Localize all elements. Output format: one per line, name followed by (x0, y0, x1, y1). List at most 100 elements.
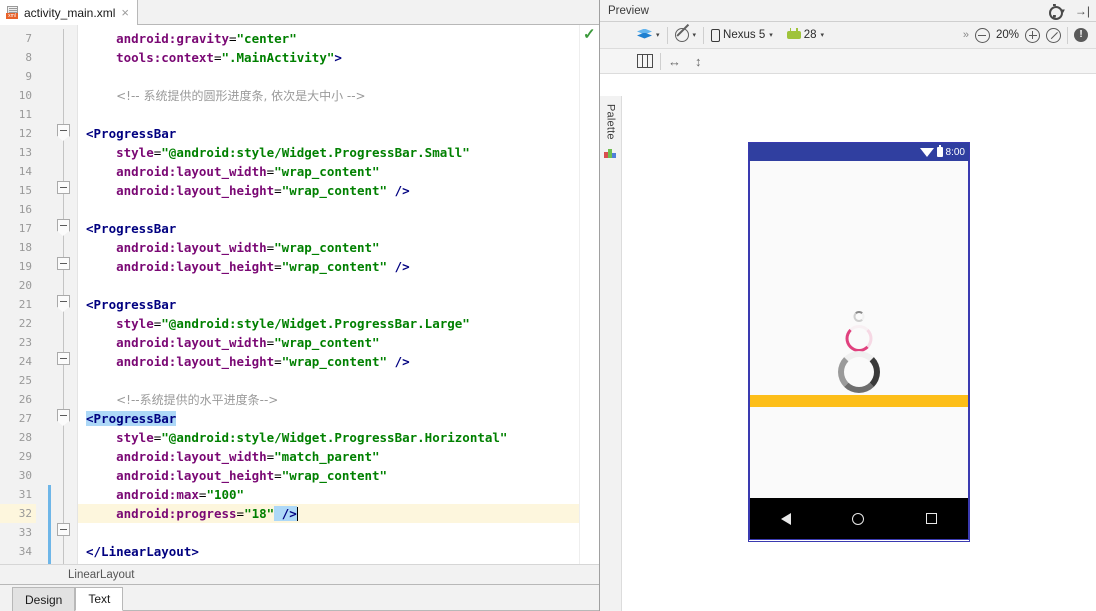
xml-badge-label: xml (6, 13, 18, 19)
code-line[interactable] (78, 523, 579, 542)
android-icon (786, 28, 801, 39)
line-number: 27 (18, 412, 32, 425)
zoom-in-icon[interactable] (1025, 27, 1040, 43)
code-line[interactable]: style="@android:style/Widget.ProgressBar… (78, 428, 579, 447)
code-line[interactable]: <ProgressBar (78, 409, 579, 428)
editor-body: 7 8 9 10 11 12 13 14 15 16 17 18 19 20 21 22 23 24 25 26 27 2… (0, 25, 599, 564)
minimize-icon[interactable]: →| (1075, 4, 1090, 18)
device-status-bar: 8:00 (749, 143, 969, 161)
code-line[interactable] (78, 105, 579, 124)
code-line[interactable] (78, 200, 579, 219)
fold-marker[interactable] (57, 523, 70, 536)
layers-button[interactable]: ▾ (630, 28, 667, 42)
device-preview-frame[interactable]: 8:00 (748, 142, 970, 542)
inspection-ok-icon: ✓ (583, 26, 596, 43)
warning-info-icon[interactable]: ! (1074, 28, 1088, 42)
code-line[interactable]: android:layout_width="wrap_content" (78, 238, 579, 257)
code-line[interactable]: android:layout_width="match_parent" (78, 447, 579, 466)
chevron-down-icon: ▾ (769, 32, 773, 39)
code-line[interactable]: <ProgressBar (78, 295, 579, 314)
horizontal-fit-button[interactable]: ↔ (661, 55, 688, 68)
settings-gear-icon[interactable]: ▾ (1048, 5, 1065, 20)
fold-marker[interactable] (57, 124, 70, 141)
fold-marker[interactable] (57, 219, 70, 236)
fold-marker[interactable] (57, 409, 70, 426)
api-level-selector[interactable]: 28 ▾ (780, 28, 831, 41)
file-tab-label: activity_main.xml (24, 5, 116, 20)
progressbar-large (838, 351, 880, 393)
fold-marker[interactable] (57, 181, 70, 194)
code-line[interactable]: android:layout_width="wrap_content" (78, 333, 579, 352)
code-line[interactable]: android:gravity="center" (78, 29, 579, 48)
code-text-area[interactable]: android:gravity="center" tools:context="… (78, 25, 579, 564)
device-navigation-bar (749, 498, 969, 540)
vertical-fit-button[interactable]: ↕ (688, 55, 709, 68)
code-line[interactable]: android:layout_height="wrap_content" /> (78, 352, 579, 371)
breadcrumb[interactable]: LinearLayout (0, 564, 599, 584)
api-level-label: 28 (803, 29, 817, 41)
chevron-down-icon: ▾ (656, 32, 660, 39)
code-line[interactable]: android:layout_height="wrap_content" /> (78, 257, 579, 276)
tab-text[interactable]: Text (75, 587, 124, 611)
line-number: 7 (25, 32, 32, 45)
zoom-to-fit-icon[interactable] (1046, 27, 1061, 43)
code-line[interactable] (78, 67, 579, 86)
battery-icon (936, 145, 943, 157)
code-line[interactable]: android:layout_height="wrap_content" /> (78, 181, 579, 200)
home-circle-icon[interactable] (852, 512, 865, 525)
code-line[interactable]: <ProgressBar (78, 219, 579, 238)
fold-marker[interactable] (57, 352, 70, 365)
fold-marker[interactable] (57, 257, 70, 270)
close-icon[interactable]: × (120, 6, 130, 19)
palette-rail[interactable]: Palette (600, 96, 622, 611)
preview-secondary-toolbar: ↔ ↕ (600, 49, 1096, 74)
device-selector[interactable]: Nexus 5 ▾ (704, 28, 780, 42)
zoom-out-icon[interactable] (974, 27, 990, 43)
progressbar-horizontal (750, 395, 968, 407)
theme-icon (674, 28, 689, 42)
code-line[interactable]: android:layout_width="wrap_content" (78, 162, 579, 181)
zoom-level-label: 20% (995, 29, 1019, 41)
palette-icon (604, 147, 617, 158)
editor-gutter[interactable]: 7 8 9 10 11 12 13 14 15 16 17 18 19 20 21 22 23 24 25 26 27 2… (0, 25, 78, 564)
back-triangle-icon[interactable] (780, 512, 791, 525)
more-options-icon[interactable]: » (963, 29, 969, 41)
code-line[interactable]: <!--系统提供的水平进度条--> (78, 390, 579, 409)
line-number: 12 (18, 127, 32, 140)
line-number: 31 (18, 488, 32, 501)
code-line[interactable]: <ProgressBar (78, 124, 579, 143)
code-line[interactable]: style="@android:style/Widget.ProgressBar… (78, 143, 579, 162)
preview-canvas[interactable]: Palette 8:00 (600, 74, 1096, 611)
code-line[interactable] (78, 371, 579, 390)
tab-text-label: Text (88, 592, 111, 606)
columns-layout-button[interactable] (630, 54, 660, 68)
toolbar-separator (1067, 26, 1068, 44)
columns-icon (637, 54, 653, 68)
breadcrumb-label: LinearLayout (68, 568, 135, 581)
line-number: 17 (18, 222, 32, 235)
arrow-vertical-icon: ↕ (695, 53, 702, 69)
recents-square-icon[interactable] (926, 513, 938, 524)
line-number: 10 (18, 89, 32, 102)
code-line[interactable]: tools:context=".MainActivity"> (78, 48, 579, 67)
wifi-icon (919, 147, 934, 157)
tab-design[interactable]: Design (12, 587, 76, 611)
line-number: 34 (18, 545, 32, 558)
fold-marker[interactable] (57, 295, 70, 312)
line-number: 8 (25, 51, 32, 64)
code-line[interactable] (78, 276, 579, 295)
inspection-gutter[interactable]: ✓ (579, 25, 599, 564)
preview-title: Preview (608, 4, 649, 17)
device-screen[interactable] (749, 161, 969, 498)
code-line[interactable]: android:layout_height="wrap_content" (78, 466, 579, 485)
line-number-column: 7 8 9 10 11 12 13 14 15 16 17 18 19 20 21 22 23 24 25 26 27 2… (0, 25, 36, 561)
code-line[interactable]: android:progress="18" /> (78, 504, 579, 523)
code-line[interactable]: <!-- 系统提供的圆形进度条, 依次是大中小 --> (78, 86, 579, 105)
file-tab-activity-main-xml[interactable]: xml activity_main.xml × (0, 0, 138, 25)
line-number: 26 (18, 393, 32, 406)
code-line[interactable]: </LinearLayout> (78, 542, 579, 561)
code-line[interactable]: android:max="100" (78, 485, 579, 504)
code-line[interactable]: style="@android:style/Widget.ProgressBar… (78, 314, 579, 333)
arrow-horizontal-icon: ↔ (668, 53, 681, 69)
theme-button[interactable]: ▾ (668, 28, 704, 42)
